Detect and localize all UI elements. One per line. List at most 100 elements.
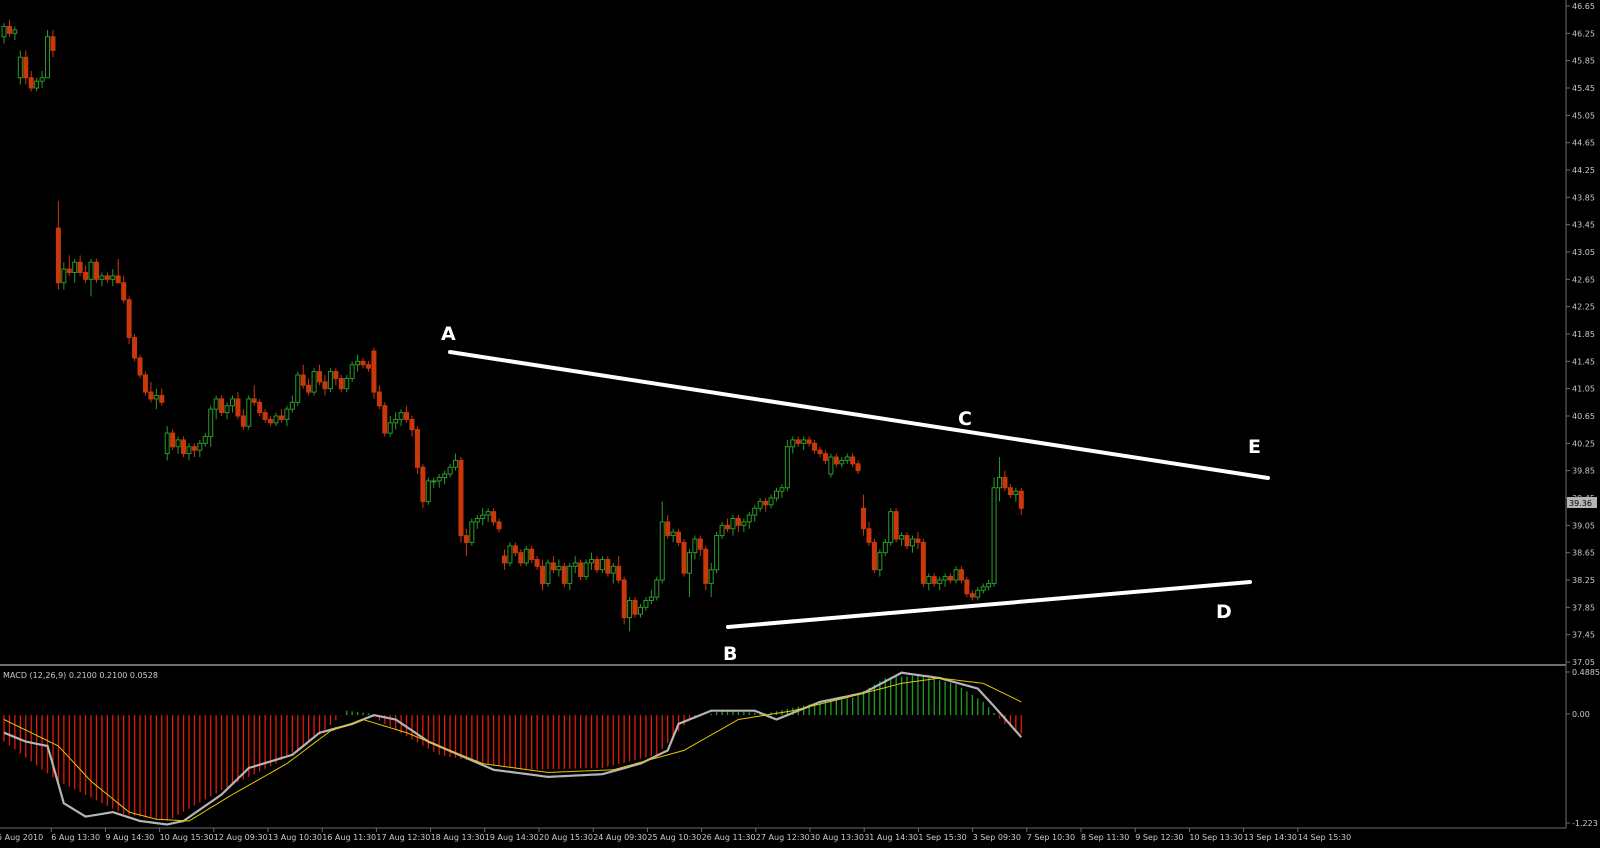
price-tick-label: 46.25 — [1572, 29, 1595, 38]
candle-body — [920, 541, 926, 584]
candle-body — [735, 518, 741, 526]
candle-body — [692, 538, 698, 554]
wave-label-d: D — [1216, 601, 1232, 623]
candle-body — [349, 364, 355, 379]
candle-body — [61, 268, 67, 284]
candle — [828, 453, 834, 478]
candle-body — [861, 507, 867, 530]
candle-body — [463, 535, 469, 543]
candle-body — [382, 405, 388, 434]
candle-body — [414, 429, 420, 468]
price-tick-label: 39.05 — [1572, 521, 1595, 530]
candle — [458, 457, 464, 543]
candle-body — [186, 446, 192, 455]
candle-body — [77, 261, 83, 273]
candle-body — [697, 538, 703, 550]
candle-body — [632, 600, 638, 615]
time-tick-label: 27 Aug 12:30 — [756, 833, 810, 842]
candle-body — [610, 565, 616, 574]
time-tick-label: 6 Aug 13:30 — [51, 833, 100, 842]
candle-body — [17, 56, 23, 79]
candle — [469, 518, 475, 546]
candle-body — [93, 261, 99, 280]
price-tick-label: 40.25 — [1572, 439, 1595, 448]
candle-body — [550, 562, 556, 571]
time-tick-label: 8 Sep 11:30 — [1081, 833, 1129, 842]
candle-body — [768, 497, 774, 506]
candle-body — [159, 395, 165, 403]
candle-body — [773, 490, 779, 499]
candle-body — [257, 401, 263, 414]
candle-body — [338, 377, 344, 390]
candle-body — [714, 535, 720, 571]
candle-body — [975, 589, 981, 598]
candle-body — [458, 459, 464, 537]
candle-body — [28, 77, 34, 89]
time-tick-label: 16 Aug 11:30 — [322, 833, 376, 842]
candle-body — [50, 36, 56, 51]
candle-body — [208, 408, 214, 437]
candle-body — [659, 521, 665, 581]
candle-body — [447, 466, 453, 475]
candle-body — [1013, 490, 1019, 496]
candle-body — [251, 398, 257, 403]
candle-body — [790, 439, 796, 448]
candle-body — [164, 432, 170, 455]
candle-body — [474, 518, 480, 523]
candle — [991, 477, 997, 587]
candle-body — [833, 456, 839, 465]
candle-body — [681, 541, 687, 574]
candle — [714, 532, 720, 574]
candle-body — [523, 548, 529, 564]
time-tick-label: 9 Aug 14:30 — [105, 833, 154, 842]
candle — [371, 347, 377, 399]
candle-body — [121, 282, 127, 301]
trading-chart[interactable]: A B C D E MACD (12,26,9) 0.2100 0.2100 0… — [0, 0, 1600, 844]
price-tick-label: 45.05 — [1572, 111, 1595, 120]
candle-body — [219, 398, 225, 414]
candle-body — [240, 415, 246, 427]
candle-body — [958, 569, 964, 581]
candle-body — [295, 374, 301, 403]
candle-body — [676, 531, 682, 543]
candle — [219, 395, 225, 416]
wave-label-b: B — [723, 643, 737, 665]
macd-title: MACD (12,26,9) 0.2100 0.2100 0.0528 — [3, 671, 158, 680]
candle — [888, 508, 894, 546]
candle-body — [137, 357, 143, 376]
price-tick-label: 44.25 — [1572, 166, 1595, 175]
candle-body — [34, 80, 40, 89]
candle-body — [436, 477, 442, 482]
chart-background — [0, 0, 1600, 844]
candle-body — [420, 466, 426, 502]
candle-body — [948, 576, 954, 581]
candle-body — [964, 579, 970, 595]
current-price-label: 39.36 — [1569, 499, 1592, 508]
time-tick-label: 3 Sep 09:30 — [973, 833, 1021, 842]
candle-body — [12, 29, 18, 34]
price-tick-label: 41.85 — [1572, 330, 1595, 339]
candle-body — [953, 569, 959, 581]
candle-body — [855, 463, 861, 472]
candle-body — [235, 398, 241, 417]
candle-body — [518, 552, 524, 564]
candle-body — [752, 507, 758, 516]
candle — [45, 29, 51, 79]
price-tick-label: 43.45 — [1572, 221, 1595, 230]
candle — [137, 354, 143, 379]
candle-body — [616, 565, 622, 581]
candle — [382, 402, 388, 437]
candle-body — [931, 576, 937, 584]
time-tick-label: 10 Aug 15:30 — [160, 833, 214, 842]
candle-body — [719, 524, 725, 537]
candle-body — [746, 514, 752, 523]
candle — [784, 439, 790, 492]
candle — [681, 539, 687, 577]
time-tick-label: 13 Aug 10:30 — [268, 833, 322, 842]
candle-body — [1007, 487, 1013, 496]
candle-body — [327, 371, 333, 390]
candle-body — [866, 528, 872, 543]
candle-body — [828, 456, 834, 475]
candle-body — [501, 555, 507, 564]
chart-window[interactable]: A B C D E MACD (12,26,9) 0.2100 0.2100 0… — [0, 0, 1600, 844]
